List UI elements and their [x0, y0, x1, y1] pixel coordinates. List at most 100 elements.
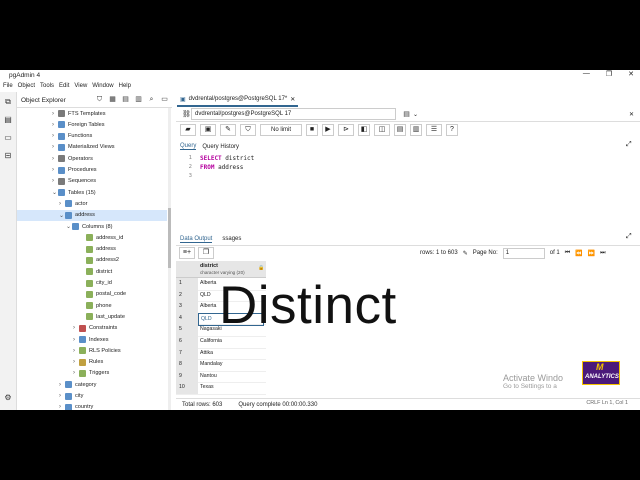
- prev-page-icon[interactable]: ⏪: [575, 250, 582, 257]
- page-number-input[interactable]: 1: [502, 247, 545, 259]
- execute-options-button[interactable]: ⊳: [338, 124, 354, 136]
- tree-node[interactable]: › country: [59, 402, 93, 410]
- filter-button[interactable]: ⛉: [240, 124, 256, 136]
- cell-district[interactable]: Attika: [200, 348, 213, 360]
- terminal-icon[interactable]: ▭: [4, 134, 12, 142]
- tree-node[interactable]: district: [80, 266, 112, 277]
- tree-node[interactable]: › Sequences: [52, 176, 96, 187]
- minimize-button[interactable]: —: [583, 70, 590, 78]
- next-page-icon[interactable]: ⏩: [588, 250, 595, 257]
- rollback-button[interactable]: ▥: [410, 124, 422, 136]
- cell-district[interactable]: Alberta: [200, 301, 216, 313]
- cell-district[interactable]: QLD: [200, 290, 211, 302]
- filter-icon[interactable]: ⛉: [95, 95, 104, 104]
- query-tool-icon[interactable]: ▥: [134, 95, 143, 104]
- row-number[interactable]: 2: [176, 289, 198, 302]
- explain-analyze-button[interactable]: ◫: [374, 124, 390, 136]
- expand-editor-icon[interactable]: ⤢: [626, 141, 632, 149]
- last-page-icon[interactable]: ⏭: [600, 250, 605, 257]
- tree-node[interactable]: › FTS Templates: [52, 108, 106, 119]
- tab-data-output[interactable]: Data Output: [180, 236, 213, 243]
- close-icon[interactable]: ✕: [629, 111, 634, 118]
- save-button[interactable]: ▣: [200, 124, 216, 136]
- tree-node[interactable]: › Triggers: [73, 368, 109, 379]
- tab-query-history[interactable]: Query History: [202, 144, 239, 150]
- dropdown-chevron-icon[interactable]: ⌄: [413, 111, 418, 118]
- tree-node[interactable]: › Rules: [73, 357, 103, 368]
- row-number[interactable]: 10: [176, 382, 198, 394]
- tab-query[interactable]: Query: [180, 143, 197, 150]
- sql-editor[interactable]: 1 2 3 SELECT district FROM address: [176, 154, 640, 232]
- copy-button[interactable]: ❐: [198, 247, 214, 259]
- row-number[interactable]: 9: [176, 370, 198, 383]
- cell-district[interactable]: Nantou: [200, 371, 217, 383]
- tree-node[interactable]: › city: [59, 391, 83, 402]
- close-tab-icon[interactable]: ✕: [290, 96, 295, 103]
- editor-tab[interactable]: ▣ dvdrental/postgres@PostgreSQL 17* ✕: [177, 93, 299, 107]
- database-icon[interactable]: ▤: [402, 110, 411, 119]
- tree-node[interactable]: › Indexes: [73, 334, 109, 345]
- execute-button[interactable]: ▶: [322, 124, 334, 136]
- tree-node[interactable]: › Functions: [52, 131, 92, 142]
- object-explorer-icon[interactable]: ⧉: [4, 98, 12, 106]
- edit-button[interactable]: ✎: [220, 124, 236, 136]
- cell-district[interactable]: Alberta: [200, 278, 216, 290]
- tree-node[interactable]: address: [80, 244, 116, 255]
- scrollbar-thumb[interactable]: [168, 208, 171, 268]
- settings-gear-icon[interactable]: ⚙: [4, 394, 12, 402]
- menu-edit[interactable]: Edit: [59, 83, 69, 89]
- cell-district[interactable]: Texas: [200, 382, 214, 394]
- tree-node[interactable]: › Constraints: [73, 323, 117, 334]
- add-row-button[interactable]: ≡+: [179, 247, 195, 259]
- tree-node[interactable]: ⌄ Tables (15): [52, 187, 96, 198]
- menu-file[interactable]: File: [3, 83, 13, 89]
- sql-code[interactable]: SELECT district FROM address: [200, 154, 254, 181]
- row-number[interactable]: 7: [176, 347, 198, 360]
- tree-node[interactable]: address_id: [80, 232, 123, 243]
- tree-node[interactable]: ⌄ Columns (8): [66, 221, 112, 232]
- maximize-button[interactable]: ❐: [606, 70, 612, 78]
- expand-output-icon[interactable]: ⤢: [626, 233, 632, 241]
- menu-view[interactable]: View: [74, 83, 87, 89]
- row-number[interactable]: 1: [176, 278, 198, 290]
- tree-node[interactable]: › actor: [59, 198, 87, 209]
- search-icon[interactable]: ⌕: [147, 95, 156, 104]
- tree-node[interactable]: city_id: [80, 278, 112, 289]
- connection-select[interactable]: dvdrental/postgres@PostgreSQL 17: [191, 108, 396, 120]
- cell-district[interactable]: California: [200, 336, 222, 348]
- tree-node[interactable]: › Operators: [52, 153, 93, 164]
- tree-scrollbar[interactable]: [168, 108, 171, 410]
- close-button[interactable]: ✕: [628, 70, 634, 78]
- table-row[interactable]: 10 Texas: [176, 382, 266, 395]
- commit-button[interactable]: ▤: [394, 124, 406, 136]
- tree-node[interactable]: › Materialized Views: [52, 142, 115, 153]
- limit-select[interactable]: No limit: [260, 124, 302, 136]
- tree-node[interactable]: › Foreign Tables: [52, 119, 105, 130]
- open-file-button[interactable]: ▰: [180, 124, 196, 136]
- explain-button[interactable]: ◧: [358, 124, 370, 136]
- tree-node[interactable]: address2: [80, 255, 119, 266]
- tree-node[interactable]: › RLS Policies: [73, 345, 121, 356]
- tab-messages[interactable]: ssages: [222, 236, 241, 242]
- tree-node[interactable]: postal_code: [80, 289, 126, 300]
- row-number[interactable]: 6: [176, 336, 198, 348]
- edit-icon[interactable]: ✎: [463, 250, 468, 257]
- help-button[interactable]: ?: [446, 124, 458, 136]
- database-icon[interactable]: ▤: [4, 116, 12, 124]
- tree-node[interactable]: last_update: [80, 311, 125, 322]
- menu-help[interactable]: Help: [119, 83, 131, 89]
- schema-diff-icon[interactable]: ⊟: [4, 152, 12, 160]
- tree-node[interactable]: › category: [59, 379, 96, 390]
- menu-object[interactable]: Object: [18, 83, 35, 89]
- tree-node[interactable]: ⌄ address: [17, 209, 167, 221]
- row-number[interactable]: 4: [176, 312, 198, 325]
- tree-node[interactable]: › Procedures: [52, 165, 97, 176]
- row-number[interactable]: 8: [176, 359, 198, 371]
- cell-district[interactable]: Mandalay: [200, 359, 223, 371]
- stop-button[interactable]: ■: [306, 124, 318, 136]
- row-number[interactable]: 3: [176, 301, 198, 313]
- terminal-icon[interactable]: ▭: [160, 95, 169, 104]
- first-page-icon[interactable]: ⏮: [565, 250, 570, 257]
- menu-tools[interactable]: Tools: [40, 83, 54, 89]
- row-number[interactable]: 5: [176, 324, 198, 336]
